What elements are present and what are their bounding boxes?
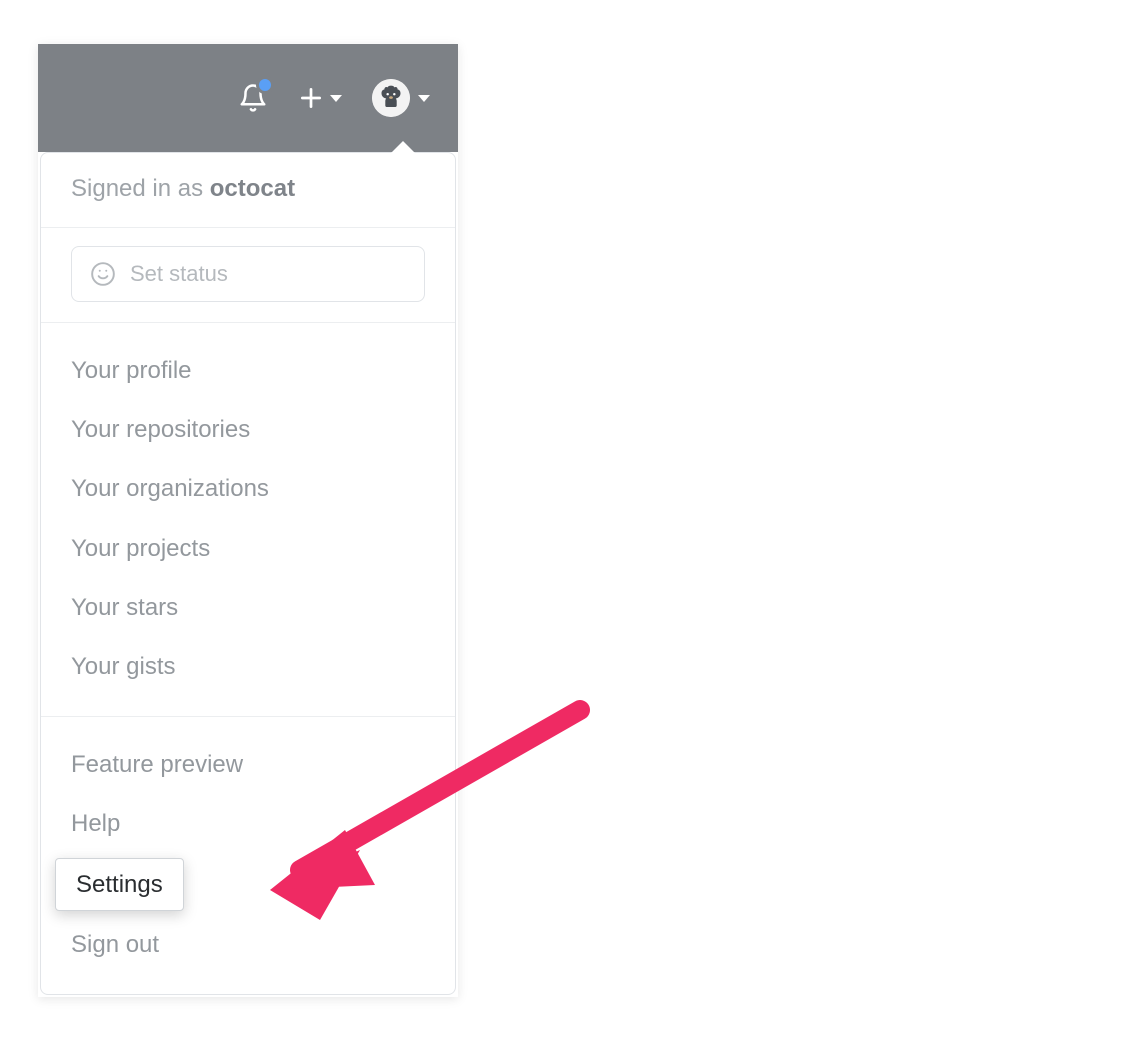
user-dropdown: Signed in as octocat Set status Your pro… bbox=[40, 152, 456, 995]
user-dropdown-panel: Signed in as octocat Set status Your pro… bbox=[38, 44, 458, 997]
top-header-bar bbox=[38, 44, 458, 152]
smiley-icon bbox=[90, 261, 116, 287]
menu-item-sign-out[interactable]: Sign out bbox=[41, 915, 455, 974]
menu-group-2: Feature preview Help Settings Sign out bbox=[41, 717, 455, 994]
signed-in-as: Signed in as octocat bbox=[41, 153, 455, 227]
octocat-avatar-icon bbox=[372, 79, 410, 117]
menu-item-settings[interactable]: Settings bbox=[55, 858, 184, 911]
menu-item-help[interactable]: Help bbox=[41, 794, 455, 853]
notifications-button[interactable] bbox=[238, 82, 268, 114]
user-menu-button[interactable] bbox=[372, 79, 430, 117]
set-status-label: Set status bbox=[130, 261, 228, 287]
menu-group-1: Your profile Your repositories Your orga… bbox=[41, 323, 455, 716]
create-new-menu[interactable] bbox=[298, 85, 342, 111]
signed-in-prefix: Signed in as bbox=[71, 175, 210, 202]
chevron-down-icon bbox=[418, 95, 430, 102]
menu-item-your-stars[interactable]: Your stars bbox=[41, 578, 455, 637]
menu-item-your-gists[interactable]: Your gists bbox=[41, 637, 455, 696]
menu-item-your-repositories[interactable]: Your repositories bbox=[41, 400, 455, 459]
chevron-down-icon bbox=[330, 95, 342, 102]
status-section: Set status bbox=[41, 228, 455, 322]
menu-item-your-organizations[interactable]: Your organizations bbox=[41, 459, 455, 518]
menu-item-feature-preview[interactable]: Feature preview bbox=[41, 735, 455, 794]
notification-indicator-dot bbox=[256, 76, 274, 94]
menu-item-your-profile[interactable]: Your profile bbox=[41, 341, 455, 400]
plus-icon bbox=[298, 85, 324, 111]
username: octocat bbox=[210, 175, 295, 202]
menu-item-your-projects[interactable]: Your projects bbox=[41, 519, 455, 578]
avatar bbox=[372, 79, 410, 117]
set-status-button[interactable]: Set status bbox=[71, 246, 425, 302]
